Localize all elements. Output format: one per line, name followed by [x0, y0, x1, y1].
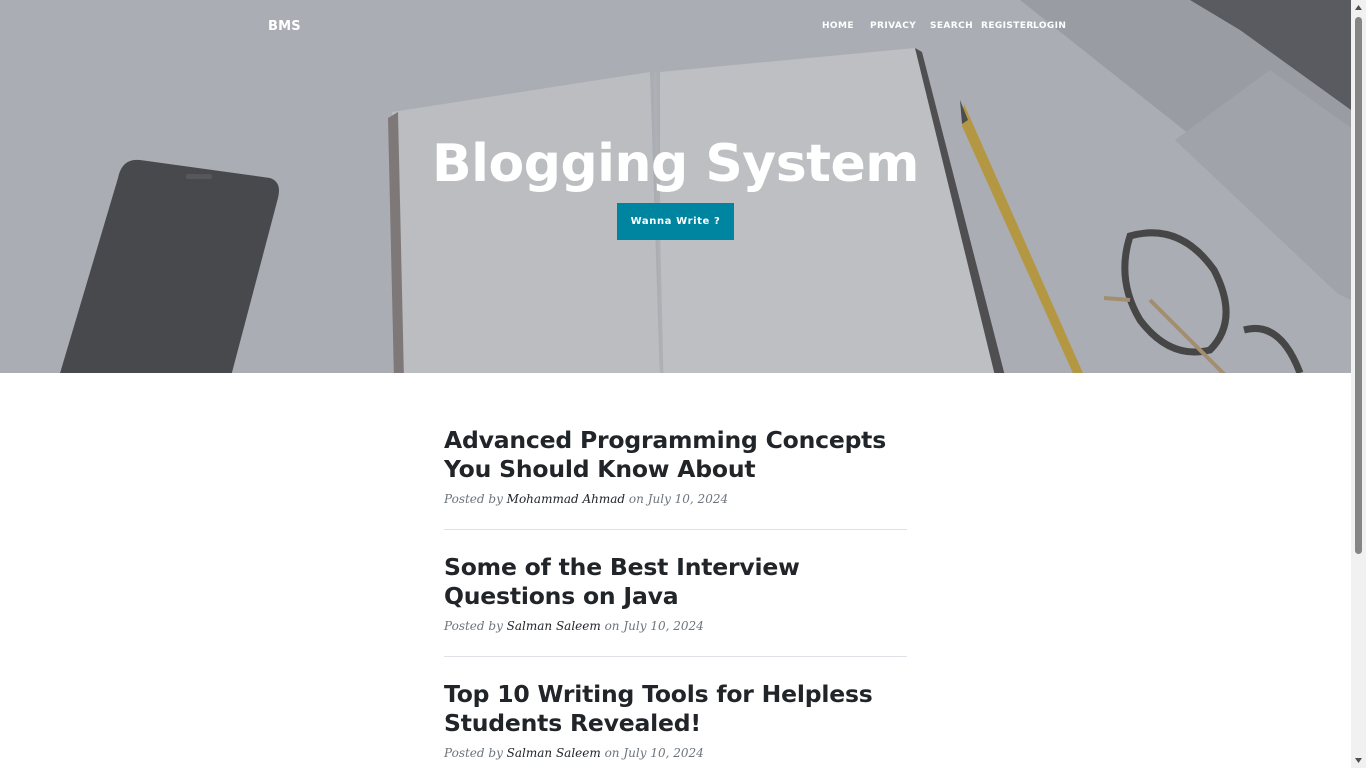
post-preview: Top 10 Writing Tools for Helpless Studen… — [444, 680, 907, 768]
post-meta: Posted by Salman Saleem on July 10, 2024 — [444, 746, 907, 760]
post-meta-prefix: Posted by — [444, 746, 507, 760]
post-title-link[interactable]: Advanced Programming Concepts You Should… — [444, 426, 907, 484]
nav-register-link[interactable]: REGISTER — [981, 21, 1034, 31]
post-preview: Some of the Best Interview Questions on … — [444, 553, 907, 657]
post-title-link[interactable]: Some of the Best Interview Questions on … — [444, 553, 907, 611]
post-meta-on: on — [600, 619, 624, 633]
page-title: Blogging System — [432, 134, 919, 194]
post-date: July 10, 2024 — [647, 492, 729, 506]
scroll-down-arrow-icon[interactable] — [1351, 753, 1366, 768]
post-title-link[interactable]: Top 10 Writing Tools for Helpless Studen… — [444, 680, 907, 738]
post-meta: Posted by Salman Saleem on July 10, 2024 — [444, 619, 907, 633]
hero-header: BMS HOME PRIVACY SEARCH REGISTER LOGIN B… — [0, 0, 1351, 373]
post-meta-on: on — [625, 492, 648, 506]
nav-search-link[interactable]: SEARCH — [930, 21, 973, 31]
post-list: Advanced Programming Concepts You Should… — [444, 426, 907, 768]
nav-login-link[interactable]: LOGIN — [1033, 21, 1066, 31]
nav-privacy-link[interactable]: PRIVACY — [870, 21, 916, 31]
post-meta-on: on — [600, 746, 624, 760]
vertical-scrollbar[interactable] — [1351, 0, 1366, 768]
post-date: July 10, 2024 — [623, 619, 704, 633]
post-author-link[interactable]: Mohammad Ahmad — [507, 492, 625, 506]
post-date: July 10, 2024 — [623, 746, 704, 760]
nav-home-link[interactable]: HOME — [822, 21, 854, 31]
post-author-link[interactable]: Salman Saleem — [507, 619, 601, 633]
scroll-up-arrow-icon[interactable] — [1351, 0, 1366, 15]
brand-logo-link[interactable]: BMS — [268, 19, 301, 34]
post-author-link[interactable]: Salman Saleem — [507, 746, 601, 760]
post-meta: Posted by Mohammad Ahmad on July 10, 202… — [444, 492, 907, 506]
scrollbar-thumb[interactable] — [1355, 17, 1362, 554]
post-preview: Advanced Programming Concepts You Should… — [444, 426, 907, 530]
wanna-write-button[interactable]: Wanna Write ? — [617, 203, 734, 240]
post-meta-prefix: Posted by — [444, 619, 507, 633]
post-meta-prefix: Posted by — [444, 492, 507, 506]
